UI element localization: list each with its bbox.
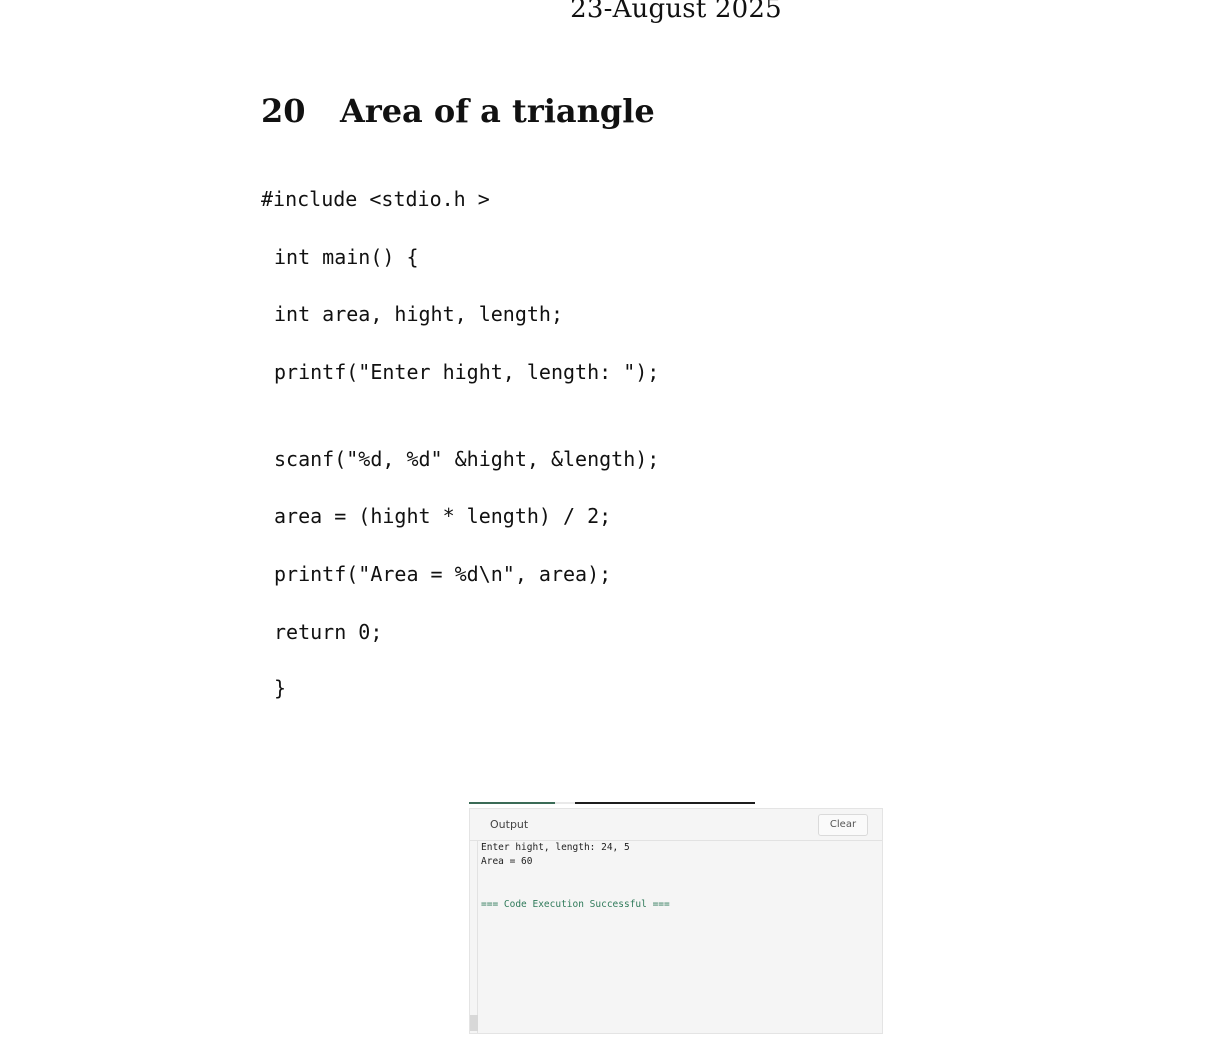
section-number: 20: [261, 92, 306, 130]
active-tab-indicator: [469, 802, 555, 804]
output-line: Area = 60: [481, 856, 533, 867]
clear-button[interactable]: Clear: [818, 814, 868, 836]
output-line: Enter hight, length: 24, 5: [481, 842, 630, 853]
output-left-gutter: [470, 841, 478, 1033]
execution-status: === Code Execution Successful ===: [481, 899, 670, 910]
output-panel-header: Output Clear: [470, 809, 882, 841]
tab-gap: [555, 802, 575, 804]
code-line: int main() {: [274, 245, 419, 269]
page-date: 23-August 2025: [570, 0, 782, 24]
output-panel-title: Output: [490, 818, 529, 831]
section-title: Area of a triangle: [340, 92, 655, 130]
code-line: }: [274, 676, 287, 700]
code-line: #include <stdio.h >: [261, 187, 490, 211]
resize-handle[interactable]: [470, 1015, 478, 1031]
output-panel-screenshot: Output Clear Enter hight, length: 24, 5 …: [469, 808, 883, 1034]
code-line: printf("Enter hight, length: ");: [274, 360, 660, 384]
code-line: scanf("%d, %d" &hight, &length);: [274, 447, 660, 471]
code-line: return 0;: [274, 620, 383, 644]
section-heading: 20 Area of a triangle: [261, 92, 655, 130]
code-line: int area, hight, length;: [274, 302, 563, 326]
code-line: printf("Area = %d\n", area);: [274, 562, 612, 586]
panel-tab-rule: [469, 802, 755, 804]
code-line: area = (hight * length) / 2;: [274, 504, 612, 528]
